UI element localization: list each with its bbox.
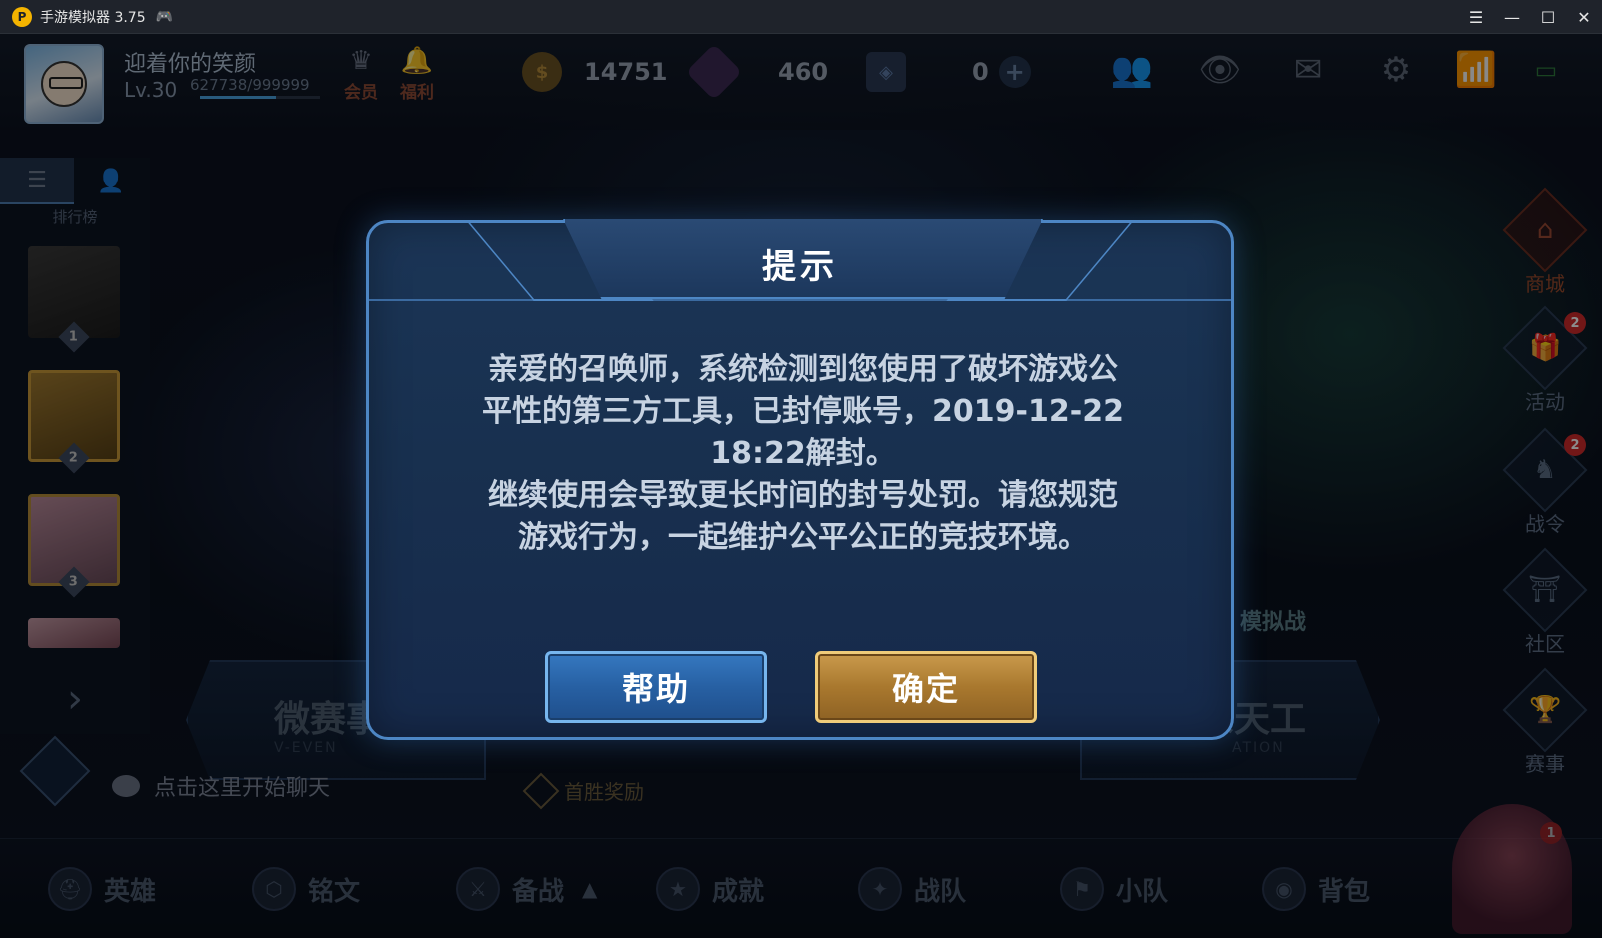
- emulator-title: 手游模拟器 3.75: [40, 9, 146, 26]
- gamepad-icon[interactable]: 🎮: [156, 9, 173, 25]
- dialog-message: 亲爱的召唤师，系统检测到您使用了破坏游戏公 平性的第三方工具，已封停账号，201…: [425, 349, 1181, 559]
- message-line: 平性的第三方工具，已封停账号，2019-12-22: [482, 394, 1124, 429]
- maximize-icon[interactable]: ☐: [1530, 0, 1566, 34]
- message-line: 18:22解封。: [710, 436, 896, 471]
- notice-dialog: 提示 亲爱的召唤师，系统检测到您使用了破坏游戏公 平性的第三方工具，已封停账号，…: [366, 219, 1234, 740]
- dialog-title: 提示: [762, 247, 838, 287]
- message-line: 亲爱的召唤师，系统检测到您使用了破坏游戏公: [488, 352, 1118, 387]
- emulator-logo-icon: P: [12, 6, 32, 27]
- help-button[interactable]: 帮助: [545, 651, 767, 723]
- dialog-header: 提示: [369, 219, 1231, 301]
- confirm-button[interactable]: 确定: [815, 651, 1037, 723]
- menu-icon[interactable]: ☰: [1458, 0, 1494, 34]
- message-line: 游戏行为，一起维护公平公正的竞技环境。: [518, 520, 1088, 555]
- close-icon[interactable]: ✕: [1566, 0, 1602, 34]
- emulator-titlebar: P 手游模拟器 3.75 🎮 ☰ — ☐ ✕: [0, 0, 1602, 34]
- minimize-icon[interactable]: —: [1494, 0, 1530, 34]
- message-line: 继续使用会导致更长时间的封号处罚。请您规范: [488, 478, 1118, 513]
- game-screen: 迎着你的笑颜 Lv.30 627738/999999 ♛ 会员 🔔 福利 $ 1…: [0, 34, 1602, 938]
